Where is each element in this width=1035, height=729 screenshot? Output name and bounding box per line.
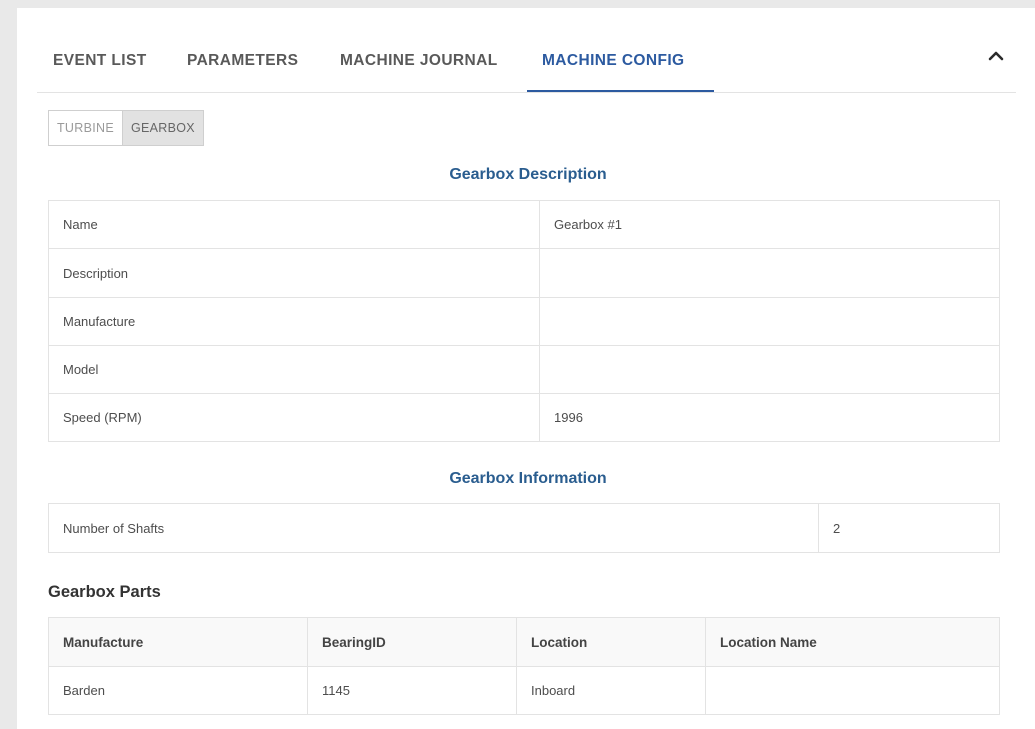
row-label: Number of Shafts: [48, 503, 819, 553]
row-value: [539, 297, 1000, 346]
description-title: Gearbox Description: [449, 166, 607, 183]
machine-panel: EVENT LIST PARAMETERS MACHINE JOURNAL MA…: [17, 8, 1035, 729]
table-row: Model: [48, 345, 1000, 394]
row-value: [539, 345, 1000, 394]
row-value: [539, 248, 1000, 298]
column-header[interactable]: BearingID: [307, 617, 517, 667]
column-header[interactable]: Location: [516, 617, 706, 667]
information-title: Gearbox Information: [449, 470, 607, 487]
subtab-turbine[interactable]: TURBINE: [49, 111, 122, 145]
table-row: Speed (RPM) 1996: [48, 393, 1000, 442]
row-value: 2: [818, 503, 1000, 553]
subtab-gearbox[interactable]: GEARBOX: [121, 111, 203, 145]
parts-table: Manufacture BearingID Location Location …: [48, 617, 1000, 715]
table-row: Name Gearbox #1: [48, 200, 1000, 249]
table-row: Number of Shafts 2: [48, 503, 1000, 553]
row-value: Gearbox #1: [539, 200, 1000, 249]
parts-heading: Gearbox Parts: [48, 583, 161, 601]
tab-machine-journal[interactable]: MACHINE JOURNAL: [340, 52, 498, 70]
tab-machine-config[interactable]: MACHINE CONFIG: [542, 52, 685, 70]
tab-bar: EVENT LIST PARAMETERS MACHINE JOURNAL MA…: [37, 8, 1016, 93]
cell-manufacture: Barden: [48, 666, 308, 715]
row-label: Name: [48, 200, 540, 249]
column-header[interactable]: Location Name: [705, 617, 1000, 667]
row-label: Speed (RPM): [48, 393, 540, 442]
table-row: Barden 1145 Inboard: [48, 666, 1000, 715]
cell-location: Inboard: [516, 666, 706, 715]
description-table: Name Gearbox #1 Description Manufacture …: [48, 200, 1000, 442]
column-header[interactable]: Manufacture: [48, 617, 308, 667]
tab-parameters[interactable]: PARAMETERS: [187, 52, 298, 70]
tab-event-list[interactable]: EVENT LIST: [53, 52, 147, 70]
active-tab-indicator: [527, 90, 714, 92]
cell-location-name: [705, 666, 1000, 715]
table-row: Description: [48, 248, 1000, 298]
cell-bearing-id: 1145: [307, 666, 517, 715]
row-label: Description: [48, 248, 540, 298]
row-value: 1996: [539, 393, 1000, 442]
component-toggle: TURBINE GEARBOX: [48, 110, 204, 146]
row-label: Manufacture: [48, 297, 540, 346]
information-table: Number of Shafts 2: [48, 503, 1000, 553]
row-label: Model: [48, 345, 540, 394]
chevron-up-icon[interactable]: [987, 47, 1005, 65]
table-row: Manufacture: [48, 297, 1000, 346]
table-header-row: Manufacture BearingID Location Location …: [48, 617, 1000, 667]
